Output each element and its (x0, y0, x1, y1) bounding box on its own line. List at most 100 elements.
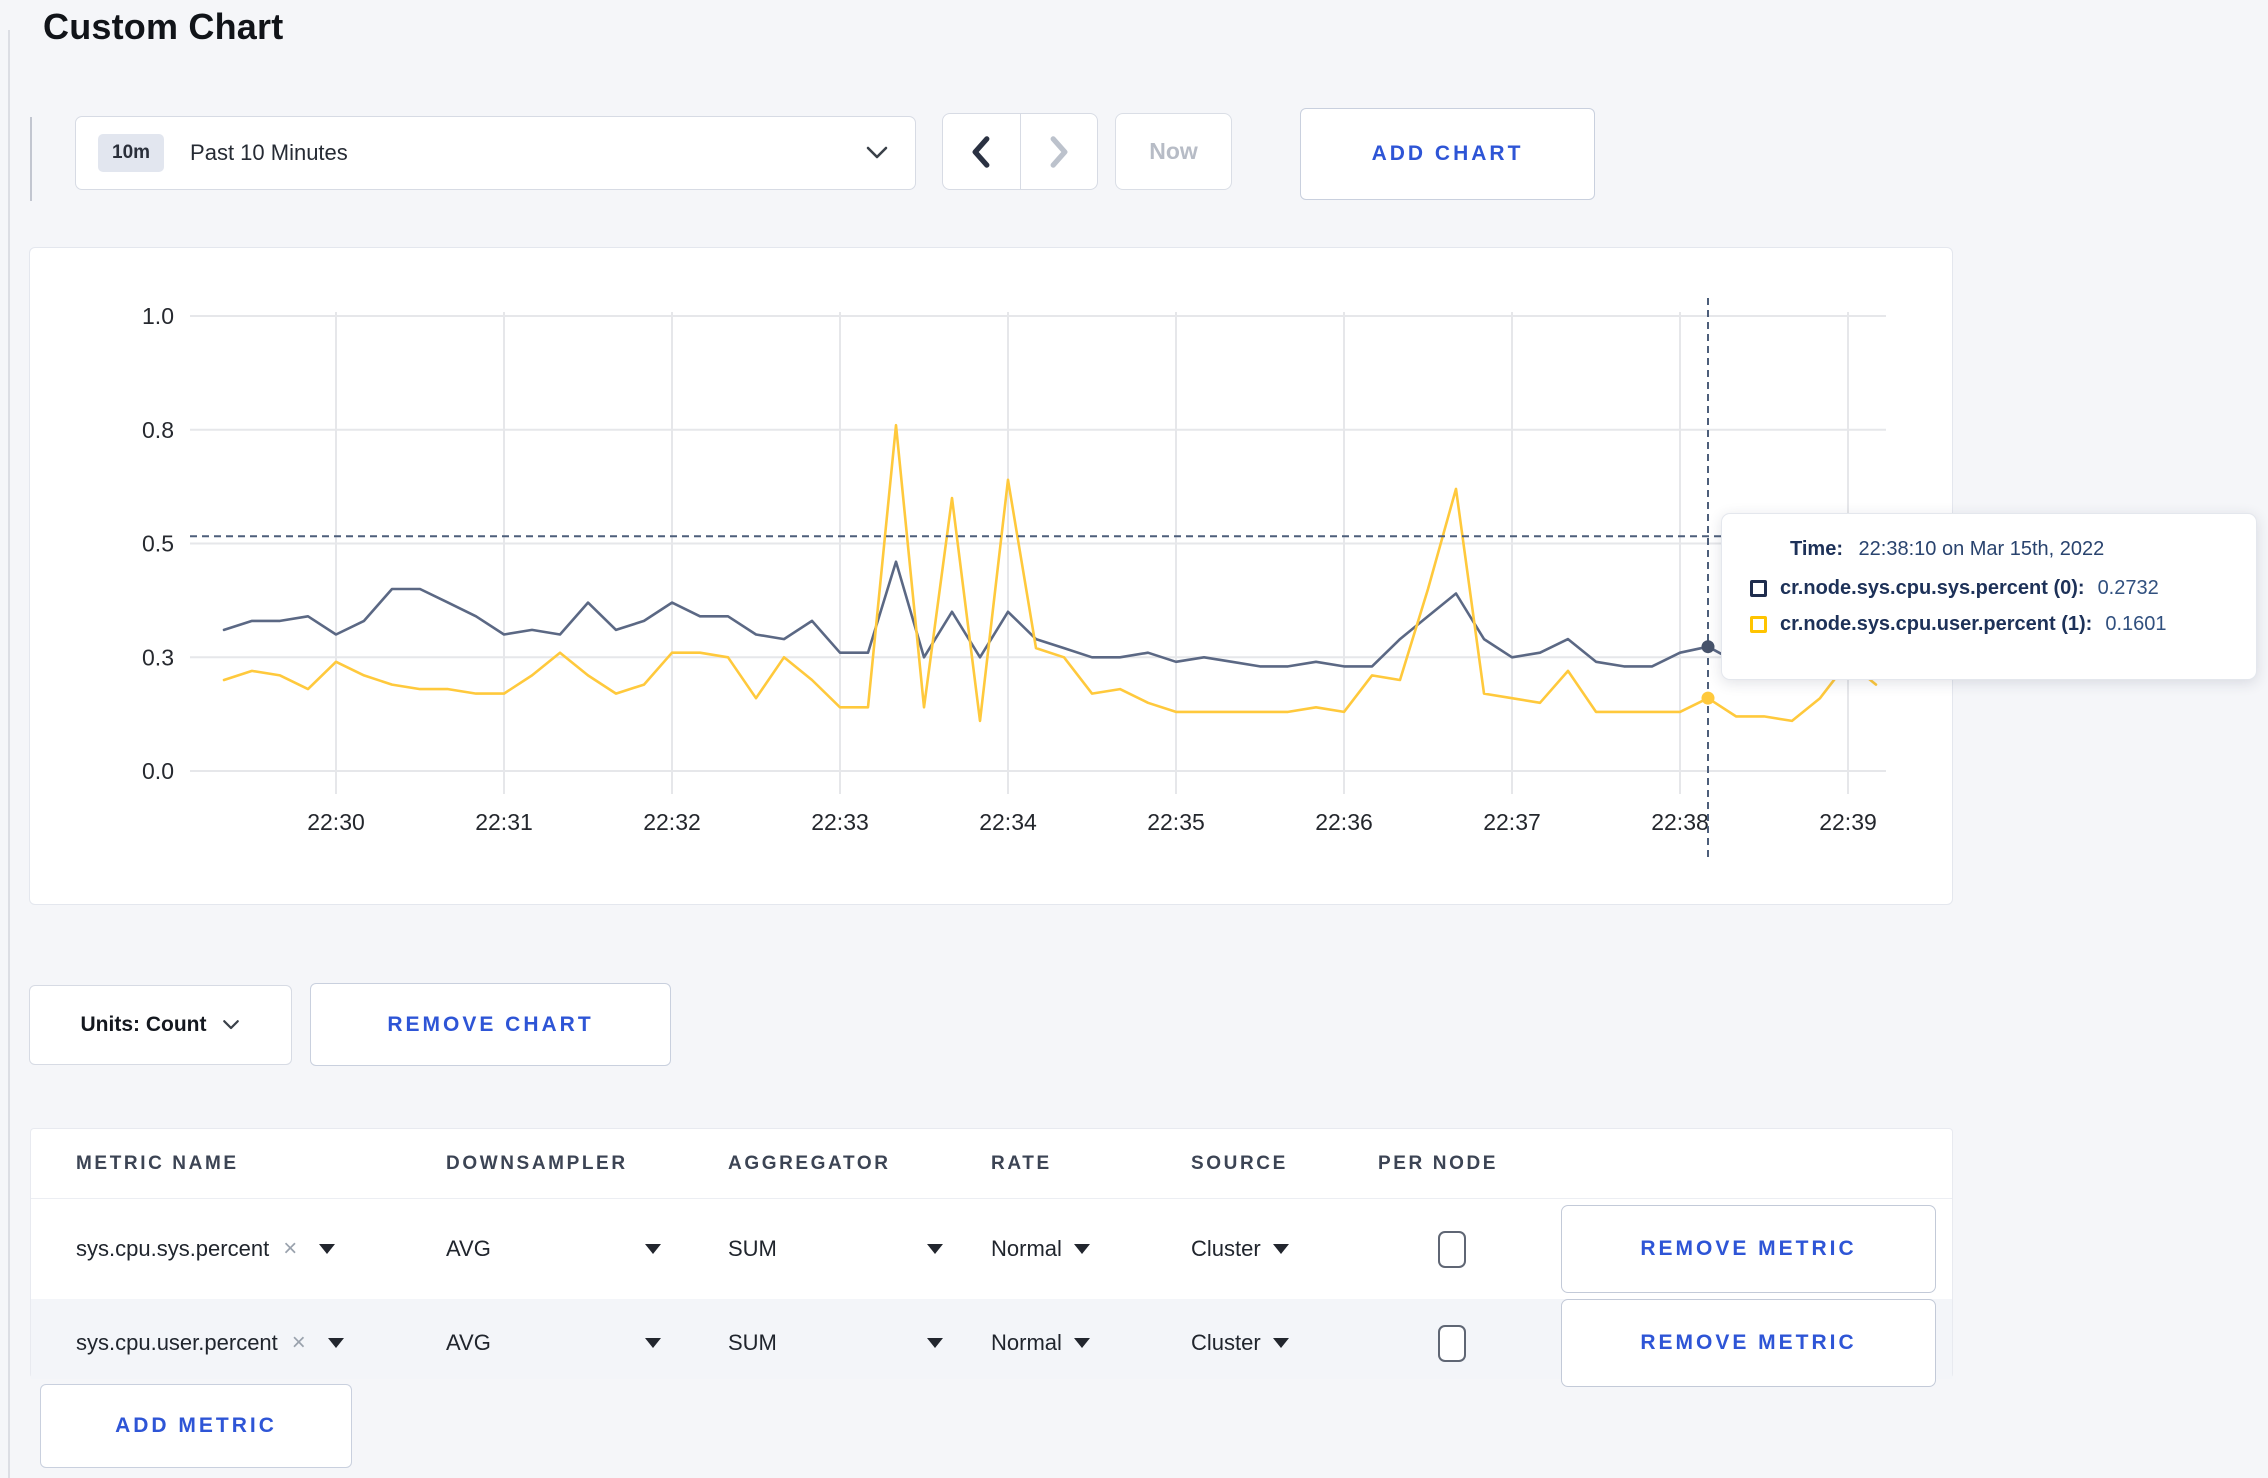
chart-card: 0.0 0.3 0.5 0.8 1.0 22:30 22:31 22:32 22:33 22:34… (29, 247, 1953, 905)
chevron-down-icon (223, 1020, 240, 1030)
add-chart-button[interactable]: ADD CHART (1300, 108, 1595, 200)
time-range-label: Past 10 Minutes (190, 140, 348, 165)
series-0-swatch-icon (1750, 580, 1767, 597)
add-chart-label: ADD CHART (1371, 142, 1524, 165)
rate-select[interactable]: Normal (991, 1236, 1191, 1262)
caret-down-icon[interactable] (327, 1338, 344, 1348)
chevron-down-icon (866, 146, 888, 159)
page-left-divider (8, 30, 10, 1478)
tooltip-series-row: cr.node.sys.cpu.sys.percent (0): 0.2732 (1750, 577, 2230, 600)
units-dropdown[interactable]: Units: Count (29, 985, 292, 1065)
clear-metric-icon[interactable]: × (292, 1329, 306, 1357)
metrics-table: METRIC NAME DOWNSAMPLER AGGREGATOR RATE … (30, 1128, 1953, 1387)
downsampler-value: AVG (446, 1236, 491, 1261)
aggregator-value: SUM (728, 1236, 777, 1261)
svg-text:22:31: 22:31 (475, 809, 533, 835)
aggregator-value: SUM (728, 1330, 777, 1355)
remove-metric-button[interactable]: REMOVE METRIC (1561, 1299, 1936, 1387)
rate-value: Normal (991, 1236, 1062, 1261)
now-button[interactable]: Now (1115, 113, 1232, 190)
caret-down-icon (1272, 1338, 1289, 1348)
caret-down-icon[interactable] (319, 1244, 336, 1254)
rate-value: Normal (991, 1330, 1062, 1355)
chart-hover-tooltip: Time: 22:38:10 on Mar 15th, 2022 cr.node… (1721, 513, 2257, 680)
remove-chart-label: REMOVE CHART (387, 1012, 594, 1036)
chart-svg[interactable]: 0.0 0.3 0.5 0.8 1.0 22:30 22:31 22:32 22:33 22:34… (30, 248, 1951, 903)
caret-down-icon (645, 1338, 661, 1348)
svg-text:0.0: 0.0 (142, 758, 174, 784)
tooltip-series-1-name: cr.node.sys.cpu.user.percent (1): (1780, 613, 2093, 635)
series-1-swatch-icon (1750, 616, 1767, 633)
toolbar-left-divider (30, 117, 32, 201)
per-node-checkbox[interactable] (1438, 1324, 1466, 1362)
chevron-left-icon (972, 135, 990, 168)
downsampler-select[interactable]: AVG (446, 1236, 661, 1262)
svg-text:22:32: 22:32 (643, 809, 701, 835)
clear-metric-icon[interactable]: × (283, 1235, 297, 1263)
svg-text:1.0: 1.0 (142, 303, 174, 329)
header-aggregator: AGGREGATOR (728, 1152, 891, 1174)
svg-text:22:38: 22:38 (1651, 809, 1709, 835)
tooltip-time-value: 22:38:10 on Mar 15th, 2022 (1858, 538, 2105, 560)
tooltip-series-0-value: 0.2732 (2097, 577, 2159, 599)
svg-text:22:34: 22:34 (979, 809, 1037, 835)
custom-chart-page: { "page": { "title": "Custom Chart" }, "… (0, 0, 2268, 1478)
svg-text:0.8: 0.8 (142, 417, 174, 443)
add-metric-button[interactable]: ADD METRIC (40, 1384, 352, 1468)
metric-name-cell: sys.cpu.user.percent × (76, 1329, 446, 1357)
caret-down-icon (1073, 1338, 1090, 1348)
header-rate: RATE (991, 1152, 1052, 1174)
header-metric-name: METRIC NAME (76, 1152, 239, 1174)
time-back-button[interactable] (943, 114, 1020, 189)
caret-down-icon (645, 1244, 661, 1254)
aggregator-select[interactable]: SUM (728, 1236, 943, 1262)
svg-text:22:37: 22:37 (1483, 809, 1541, 835)
rate-select[interactable]: Normal (991, 1330, 1191, 1356)
caret-down-icon (1272, 1244, 1289, 1254)
svg-text:0.3: 0.3 (142, 644, 174, 670)
remove-chart-button[interactable]: REMOVE CHART (310, 983, 671, 1066)
header-downsampler: DOWNSAMPLER (446, 1152, 628, 1174)
chevron-right-icon (1050, 135, 1068, 168)
time-range-selector[interactable]: 10m Past 10 Minutes (75, 116, 916, 190)
tooltip-time-label: Time: (1790, 538, 1843, 560)
time-forward-button[interactable] (1019, 114, 1098, 189)
tooltip-series-1-value: 0.1601 (2105, 613, 2167, 635)
metric-name-dropdown[interactable]: sys.cpu.user.percent (76, 1330, 278, 1356)
source-value: Cluster (1191, 1330, 1261, 1355)
svg-text:22:30: 22:30 (307, 809, 365, 835)
source-select[interactable]: Cluster (1191, 1330, 1378, 1356)
tooltip-series-0-name: cr.node.sys.cpu.sys.percent (0): (1780, 577, 2085, 599)
source-select[interactable]: Cluster (1191, 1236, 1378, 1262)
add-metric-label: ADD METRIC (115, 1414, 277, 1437)
metrics-table-header: METRIC NAME DOWNSAMPLER AGGREGATOR RATE … (31, 1129, 1952, 1199)
metric-name-dropdown[interactable]: sys.cpu.sys.percent (76, 1236, 269, 1262)
svg-text:22:36: 22:36 (1315, 809, 1373, 835)
remove-metric-button[interactable]: REMOVE METRIC (1561, 1205, 1936, 1293)
downsampler-value: AVG (446, 1330, 491, 1355)
table-row: sys.cpu.user.percent × AVG SUM Normal Cl… (31, 1299, 1952, 1387)
metric-name-cell: sys.cpu.sys.percent × (76, 1235, 446, 1263)
svg-text:22:35: 22:35 (1147, 809, 1205, 835)
page-title: Custom Chart (43, 6, 284, 47)
remove-metric-label: REMOVE METRIC (1640, 1237, 1857, 1260)
svg-text:22:39: 22:39 (1819, 809, 1877, 835)
tooltip-series-row: cr.node.sys.cpu.user.percent (1): 0.1601 (1750, 613, 2230, 636)
time-range-badge: 10m (98, 134, 165, 172)
units-dropdown-label: Units: Count (80, 1013, 207, 1036)
per-node-checkbox[interactable] (1438, 1230, 1466, 1268)
table-row: sys.cpu.sys.percent × AVG SUM Normal Clu… (31, 1199, 1952, 1299)
svg-text:22:33: 22:33 (811, 809, 869, 835)
header-source: SOURCE (1191, 1152, 1288, 1174)
time-nav-group (942, 113, 1098, 190)
source-value: Cluster (1191, 1236, 1261, 1261)
header-per-node: PER NODE (1378, 1152, 1499, 1174)
tooltip-time-row: Time: 22:38:10 on Mar 15th, 2022 (1790, 538, 2230, 561)
downsampler-select[interactable]: AVG (446, 1330, 661, 1356)
remove-metric-label: REMOVE METRIC (1640, 1331, 1857, 1354)
now-button-label: Now (1149, 138, 1198, 164)
svg-text:0.5: 0.5 (142, 531, 174, 557)
caret-down-icon (927, 1244, 943, 1254)
aggregator-select[interactable]: SUM (728, 1330, 943, 1356)
caret-down-icon (1073, 1244, 1090, 1254)
